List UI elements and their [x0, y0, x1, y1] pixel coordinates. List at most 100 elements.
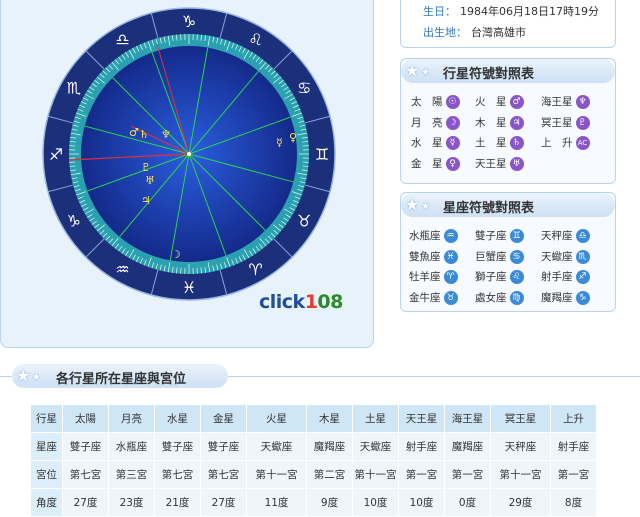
sign-legend-label: 天秤座	[541, 230, 573, 242]
birth-place-row: 出生地： 台灣高雄市	[423, 24, 526, 40]
sign-legend-label: 雙魚座	[409, 251, 441, 263]
table-row-label: 星座	[31, 433, 63, 461]
planet-glyph-icon: ♂	[510, 95, 524, 109]
sign-legend-item: 雙子座♊	[475, 227, 524, 245]
click108-logo[interactable]: click108	[259, 291, 343, 313]
planet-glyph-icon: ☿	[446, 136, 460, 150]
sign-glyph-icon: ♎	[576, 229, 590, 243]
sign-legend-header: ★ ★ 星座符號對照表	[401, 193, 615, 217]
table-column-header: 木星	[307, 405, 353, 433]
zodiac-sign-glyph: ♑	[182, 12, 196, 31]
planet-glyph: ♆	[161, 128, 171, 141]
sign-legend-label: 雙子座	[475, 230, 507, 242]
table-cell: 射手座	[551, 433, 597, 461]
zodiac-sign-glyph: ♌	[248, 30, 262, 49]
birth-place-label: 出生地：	[423, 26, 467, 39]
table-column-header: 天王星	[399, 405, 445, 433]
table-cell: 第十一宮	[491, 461, 551, 489]
planet-legend-item: 土 星♄	[475, 134, 524, 152]
table-cell: 0度	[445, 489, 491, 517]
table-header-row: 行星太陽月亮水星金星火星木星土星天王星海王星冥王星上升	[31, 405, 597, 433]
table-cell: 雙子座	[63, 433, 109, 461]
birth-place-value: 台灣高雄市	[471, 26, 526, 39]
table-cell: 天蠍座	[353, 433, 399, 461]
sign-legend-item: 射手座♐	[541, 268, 590, 286]
planet-legend-item: 上 升AC	[541, 134, 590, 152]
planet-legend-item: 月 亮☽	[411, 114, 460, 132]
table-cell: 天蠍座	[247, 433, 307, 461]
sign-glyph-icon: ♓	[444, 250, 458, 264]
planet-legend-item: 木 星♃	[475, 114, 524, 132]
planet-legend-item: 海王星♆	[541, 93, 590, 111]
sign-legend: ★ ★ 星座符號對照表 水瓶座♒雙子座♊天秤座♎雙魚座♓巨蟹座♋天蠍座♏牡羊座♈…	[400, 192, 616, 312]
sign-glyph-icon: ♒	[444, 229, 458, 243]
planet-legend-header: ★ ★ 行星符號對照表	[401, 59, 615, 83]
zodiac-sign-glyph: ♓	[182, 278, 196, 297]
planet-legend-label: 太 陽	[411, 96, 443, 108]
sign-glyph-icon: ♈	[444, 270, 458, 284]
table-row: 星座雙子座水瓶座雙子座雙子座天蠍座魔羯座天蠍座射手座魔羯座天秤座射手座	[31, 433, 597, 461]
zodiac-sign-glyph: ♉	[297, 212, 311, 231]
planet-legend-label: 上 升	[541, 137, 573, 149]
planet-glyph-icon: ♃	[510, 116, 524, 130]
birth-date-row: 生日：1984年06月18日17時19分	[423, 3, 599, 19]
sign-legend-label: 牡羊座	[409, 271, 441, 283]
table-cell: 第一宮	[445, 461, 491, 489]
sign-legend-label: 獅子座	[475, 271, 507, 283]
table-cell: 第十一宮	[247, 461, 307, 489]
planet-legend-label: 天王星	[475, 158, 507, 170]
sign-legend-label: 射手座	[541, 271, 573, 283]
table-row-label: 宮位	[31, 461, 63, 489]
planet-glyph-icon: ♄	[510, 136, 524, 150]
planet-glyph: ♂	[129, 126, 139, 139]
sign-glyph-icon: ♊	[510, 229, 524, 243]
planet-glyph-icon: AC	[576, 136, 590, 150]
zodiac-sign-glyph: ♊	[315, 145, 329, 164]
planet-legend-label: 土 星	[475, 137, 507, 149]
table-row: 角度27度23度21度27度11度9度10度10度0度29度8度	[31, 489, 597, 517]
sign-glyph-icon: ♐	[576, 270, 590, 284]
birth-date-label: 生日：	[423, 5, 456, 18]
table-cell: 第一宮	[551, 461, 597, 489]
planet-table-header: ★ ★ 各行星所在星座與宮位	[12, 364, 228, 388]
planet-glyph: ♃	[141, 194, 151, 207]
table-cell: 魔羯座	[445, 433, 491, 461]
planet-position-table: 行星太陽月亮水星金星火星木星土星天王星海王星冥王星上升星座雙子座水瓶座雙子座雙子…	[30, 404, 597, 517]
planet-glyph: ♄	[139, 128, 149, 141]
planet-legend-item: 金 星♀	[411, 155, 460, 173]
star-icon: ★	[16, 366, 30, 385]
zodiac-sign-glyph: ♎	[115, 30, 129, 49]
planet-glyph-icon: ☉	[446, 95, 460, 109]
table-cell: 9度	[307, 489, 353, 517]
sign-glyph-icon: ♉	[444, 291, 458, 305]
sign-glyph-icon: ♌	[510, 270, 524, 284]
planet-legend-label: 海王星	[541, 96, 573, 108]
sign-glyph-icon: ♑	[576, 291, 590, 305]
sign-legend-item: 金牛座♉	[409, 289, 458, 307]
table-corner-header: 行星	[31, 405, 63, 433]
sign-legend-item: 牡羊座♈	[409, 268, 458, 286]
planet-legend-label: 金 星	[411, 158, 443, 170]
zodiac-sign-glyph: ♑	[67, 212, 81, 231]
table-column-header: 太陽	[63, 405, 109, 433]
table-column-header: 土星	[353, 405, 399, 433]
planet-glyph-icon: ♇	[576, 116, 590, 130]
star-icon: ★	[421, 67, 430, 78]
table-column-header: 金星	[201, 405, 247, 433]
planet-glyph: ☿	[276, 136, 283, 149]
table-cell: 23度	[109, 489, 155, 517]
table-column-header: 海王星	[445, 405, 491, 433]
planet-legend-item: 冥王星♇	[541, 114, 590, 132]
planet-table-title: 各行星所在星座與宮位	[56, 368, 186, 387]
sign-legend-item: 處女座♍	[475, 289, 524, 307]
planet-glyph-icon: ☽	[446, 116, 460, 130]
planet-glyph-icon: ♆	[576, 95, 590, 109]
sign-legend-label: 巨蟹座	[475, 251, 507, 263]
natal-chart-wheel: ♑♌♋♊♉♈♓♒♑♐♏♎♂♄♆☿♀♇♅♃☽	[41, 6, 337, 302]
sign-legend-item: 天秤座♎	[541, 227, 590, 245]
table-cell: 27度	[63, 489, 109, 517]
sign-legend-label: 處女座	[475, 292, 507, 304]
table-column-header: 上升	[551, 405, 597, 433]
table-column-header: 冥王星	[491, 405, 551, 433]
sign-glyph-icon: ♏	[576, 250, 590, 264]
